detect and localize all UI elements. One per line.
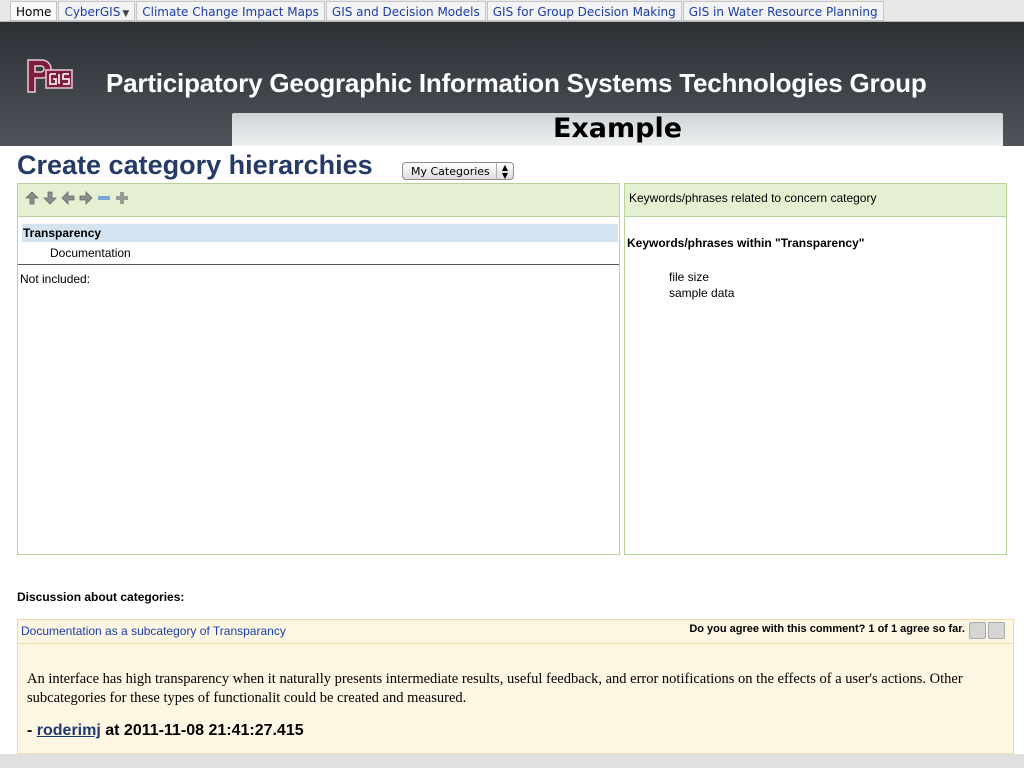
category-select-value: My Categories — [411, 165, 490, 178]
category-tree-panel: Transparency Documentation Not included: — [17, 183, 620, 555]
left-arrow-icon[interactable] — [60, 190, 76, 206]
thumbs-down-icon[interactable] — [969, 622, 986, 639]
agree-prompt: Do you agree with this comment? 1 of 1 a… — [689, 623, 965, 635]
nav-gis-decision-models[interactable]: GIS and Decision Models — [325, 0, 486, 21]
author-link[interactable]: roderimj — [37, 722, 101, 739]
example-label: Example — [552, 113, 683, 144]
author-prefix: - — [27, 722, 37, 739]
tree-item-transparency[interactable]: Transparency — [23, 226, 101, 240]
bottom-strip — [0, 754, 1024, 768]
tree-divider — [18, 264, 619, 265]
nav-cybergis[interactable]: CyberGIS ▼ — [58, 0, 136, 21]
minus-icon[interactable] — [96, 190, 112, 206]
example-bar: Example — [232, 113, 1003, 146]
select-arrows-icon: ▲ ▼ — [496, 163, 513, 180]
comment-box: Documentation as a subcategory of Transp… — [17, 619, 1014, 754]
not-included-label: Not included: — [20, 272, 91, 286]
comment-author-line: - roderimj at 2011-11-08 21:41:27.415 — [27, 722, 304, 740]
banner-title: Participatory Geographic Information Sys… — [106, 68, 927, 98]
keyword-list: file size sample data — [669, 269, 734, 301]
keywords-panel-title: Keywords/phrases related to concern cate… — [629, 191, 877, 205]
top-nav: Home CyberGIS ▼ Climate Change Impact Map… — [0, 0, 1024, 22]
nav-gis-group-decision[interactable]: GIS for Group Decision Making — [486, 0, 682, 21]
keyword-item[interactable]: file size — [669, 269, 734, 285]
down-arrow-icon[interactable] — [42, 190, 58, 206]
comment-subject-link[interactable]: Documentation as a subcategory of Transp… — [21, 624, 286, 638]
keywords-within-title: Keywords/phrases within "Transparency" — [627, 236, 865, 250]
keywords-panel-header: Keywords/phrases related to concern cate… — [625, 184, 1006, 217]
keyword-item[interactable]: sample data — [669, 285, 734, 301]
right-arrow-icon[interactable] — [78, 190, 94, 206]
page-title: Create category hierarchies — [17, 150, 373, 180]
keywords-panel: Keywords/phrases related to concern cate… — [624, 183, 1007, 555]
discussion-title: Discussion about categories: — [17, 590, 185, 604]
category-select[interactable]: My Categories ▲ ▼ — [402, 162, 514, 180]
nav-cybergis-label: CyberGIS — [64, 4, 121, 19]
tree-toolbar — [18, 184, 619, 217]
tree-item-documentation[interactable]: Documentation — [50, 246, 131, 260]
nav-gis-water-resource[interactable]: GIS in Water Resource Planning — [682, 0, 884, 21]
comment-timestamp: at 2011-11-08 21:41:27.415 — [100, 722, 304, 739]
comment-body: An interface has high transparency when … — [27, 671, 963, 706]
thumbs-up-icon[interactable] — [988, 622, 1005, 639]
chevron-down-icon: ▼ — [122, 8, 130, 19]
comment-header: Documentation as a subcategory of Transp… — [18, 620, 1013, 644]
site-banner: Participatory Geographic Information Sys… — [0, 22, 1024, 146]
tree-selection-highlight — [22, 224, 618, 242]
pgist-logo-icon — [27, 59, 73, 93]
nav-climate-change[interactable]: Climate Change Impact Maps — [136, 0, 325, 21]
nav-home[interactable]: Home — [10, 0, 58, 21]
up-arrow-icon[interactable] — [24, 190, 40, 206]
plus-icon[interactable] — [114, 190, 130, 206]
